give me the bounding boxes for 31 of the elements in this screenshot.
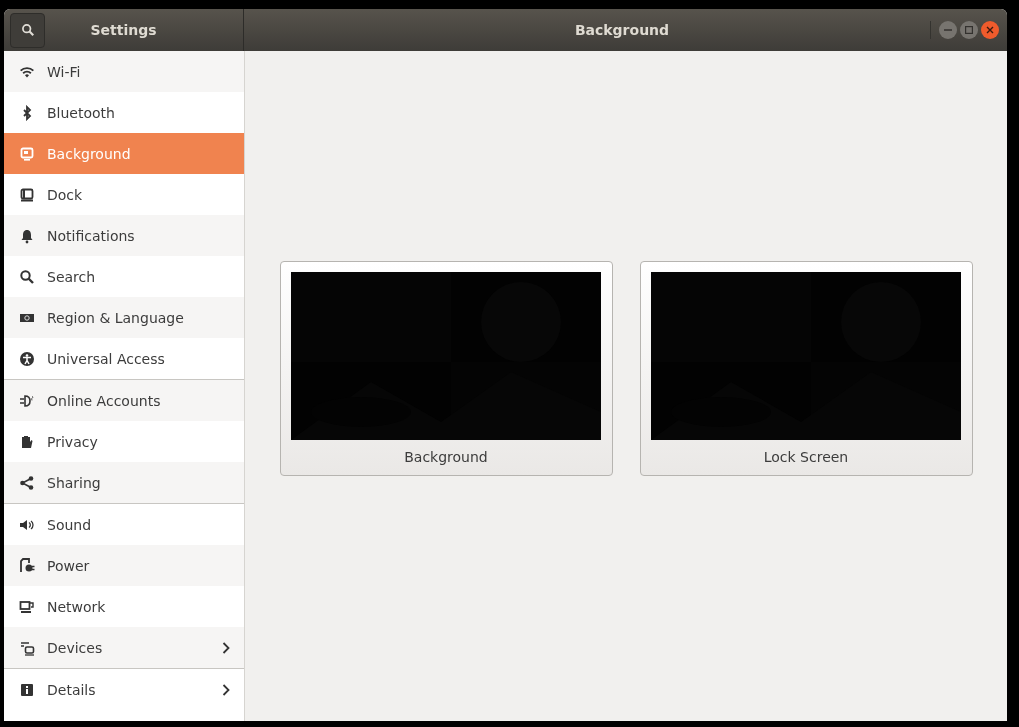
search-icon bbox=[19, 268, 35, 285]
devices-icon bbox=[19, 639, 35, 656]
wallpaper-card[interactable]: Lock Screen bbox=[639, 260, 973, 476]
dock-icon bbox=[19, 186, 35, 203]
sidebar-item[interactable]: Online Accounts bbox=[4, 380, 244, 421]
wallpaper-label: Background bbox=[404, 448, 488, 467]
sidebar-title: Settings bbox=[89, 22, 158, 38]
wallpaper-label: Lock Screen bbox=[763, 448, 849, 467]
sidebar-item[interactable]: Sharing bbox=[4, 462, 244, 503]
window-title: Background bbox=[573, 22, 671, 38]
search-icon bbox=[20, 23, 35, 37]
bell-icon bbox=[19, 227, 35, 244]
accessibility-icon bbox=[19, 350, 35, 367]
search-button[interactable] bbox=[10, 12, 45, 48]
info-icon bbox=[19, 681, 35, 698]
close-icon bbox=[986, 26, 994, 34]
sidebar-item[interactable]: Notifications bbox=[4, 215, 244, 256]
share-icon bbox=[19, 474, 35, 491]
hand-icon bbox=[19, 433, 35, 450]
wallpaper-card[interactable]: Background bbox=[279, 260, 613, 476]
monitor-icon bbox=[19, 145, 35, 162]
maximize-icon bbox=[965, 26, 973, 34]
sidebar-item[interactable]: Power bbox=[4, 545, 244, 586]
sidebar-item[interactable]: Region & Language bbox=[4, 297, 244, 338]
maximize-button[interactable] bbox=[960, 21, 978, 39]
sidebar-item[interactable]: Wi-Fi bbox=[4, 51, 244, 92]
close-button[interactable] bbox=[981, 21, 999, 39]
power-plug-icon bbox=[19, 557, 35, 574]
network-icon bbox=[19, 598, 35, 615]
minimize-icon bbox=[944, 26, 952, 34]
sidebar-item[interactable]: Devices bbox=[4, 627, 244, 668]
